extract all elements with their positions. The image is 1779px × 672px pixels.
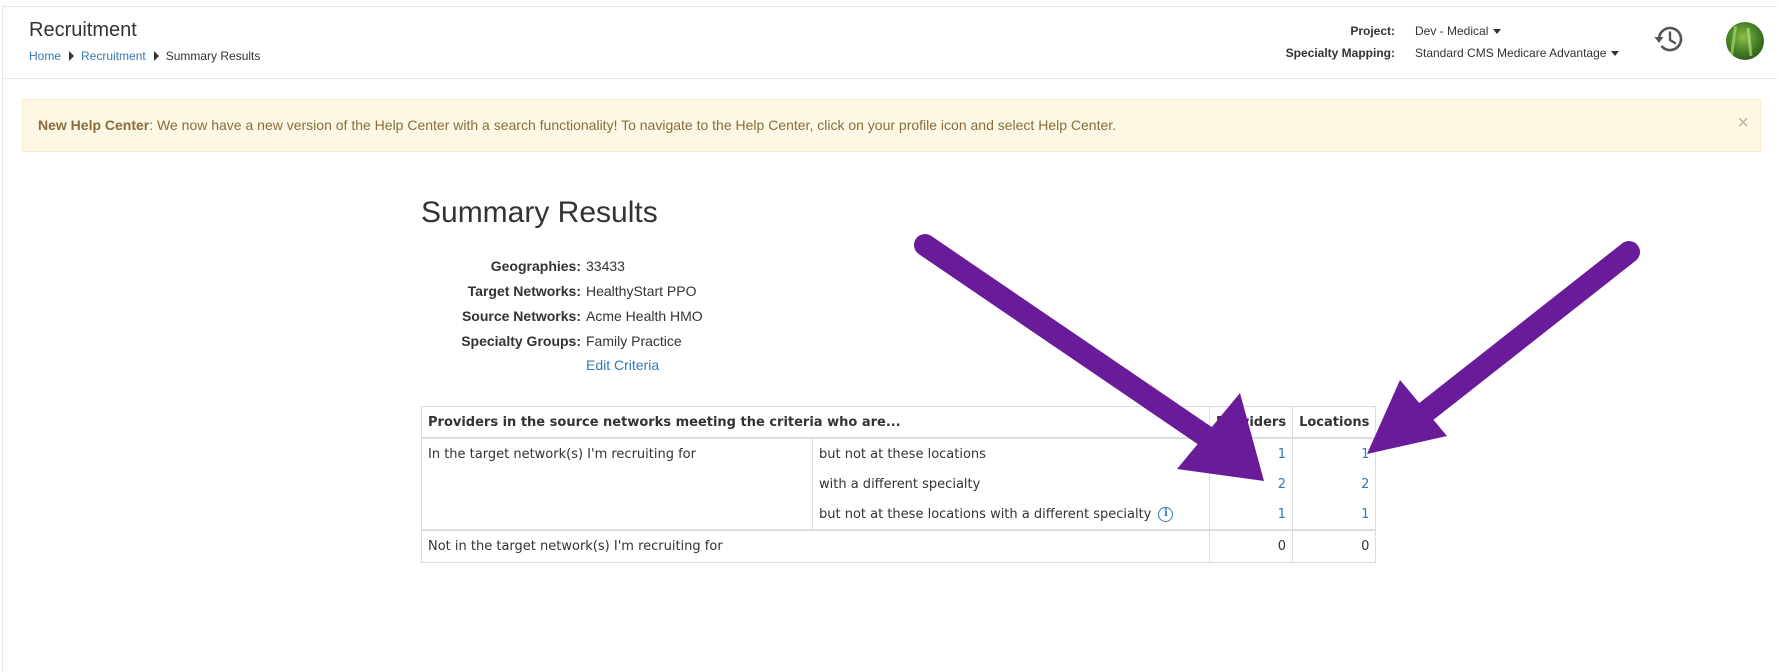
alert-message: : We now have a new version of the Help … [149, 117, 1117, 133]
breadcrumb-separator-icon [153, 51, 159, 61]
help-center-alert: New Help Center: We now have a new versi… [22, 99, 1761, 152]
locations-cell: 1 [1292, 437, 1377, 469]
providers-cell: 0 [1208, 529, 1294, 563]
row-label: but not at these locations with a differ… [819, 506, 1152, 522]
table-header-row: Providers in the source networks meeting… [421, 406, 1377, 439]
criteria-value-geographies: 33433 [586, 258, 625, 274]
specialty-mapping-label: Specialty Mapping: [1285, 46, 1395, 60]
providers-cell: 2 [1208, 469, 1294, 499]
criteria-label-geographies: Geographies: [490, 258, 581, 274]
row-label: but not at these locations [812, 437, 1210, 469]
locations-count-link[interactable]: 1 [1361, 507, 1369, 522]
locations-count-link[interactable]: 1 [1361, 447, 1369, 462]
group-label-not-in-target: Not in the target network(s) I'm recruit… [421, 529, 1210, 563]
alert-title: New Help Center [38, 117, 150, 133]
row-label: with a different specialty [812, 469, 1210, 499]
page-title: Summary Results [421, 196, 658, 229]
chevron-down-icon [1611, 51, 1620, 57]
criteria-value-target-networks: HealthyStart PPO [586, 283, 697, 299]
group-label-in-target: In the target network(s) I'm recruiting … [421, 437, 813, 531]
chevron-down-icon [1493, 29, 1502, 35]
criteria-label-target-networks: Target Networks: [467, 283, 581, 299]
providers-cell: 1 [1208, 437, 1294, 469]
specialty-mapping-value: Standard CMS Medicare Advantage [1415, 46, 1607, 60]
locations-cell: 1 [1292, 499, 1377, 531]
locations-cell: 2 [1292, 469, 1377, 499]
table-header-providers: Providers [1208, 406, 1294, 439]
breadcrumb-separator-icon [69, 51, 75, 61]
project-dropdown[interactable]: Dev - Medical [1415, 24, 1502, 38]
table-row: In the target network(s) I'm recruiting … [421, 437, 1377, 531]
table-row: Not in the target network(s) I'm recruit… [421, 529, 1377, 563]
criteria-value-specialty-groups: Family Practice [586, 333, 682, 349]
summary-table: Providers in the source networks meeting… [421, 406, 1377, 563]
locations-count-link[interactable]: 2 [1361, 477, 1369, 492]
project-value: Dev - Medical [1415, 24, 1489, 38]
top-header [2, 6, 1777, 79]
close-icon[interactable]: × [1737, 113, 1749, 133]
breadcrumb-home[interactable]: Home [29, 49, 61, 63]
alert-text: New Help Center: We now have a new versi… [38, 117, 1116, 133]
providers-count-link[interactable]: 1 [1278, 447, 1286, 462]
providers-count-link[interactable]: 1 [1278, 507, 1286, 522]
providers-cell: 1 [1208, 499, 1294, 531]
info-icon[interactable]: i [1158, 506, 1174, 522]
row-label-with-info: but not at these locations with a differ… [812, 499, 1210, 531]
criteria-label-source-networks: Source Networks: [461, 308, 581, 324]
locations-cell: 0 [1292, 529, 1377, 563]
criteria-label-specialty-groups: Specialty Groups: [461, 333, 581, 349]
breadcrumb-current: Summary Results [165, 49, 261, 63]
specialty-mapping-dropdown[interactable]: Standard CMS Medicare Advantage [1415, 46, 1620, 60]
breadcrumb: Home Recruitment Summary Results [29, 49, 260, 63]
providers-count-link[interactable]: 2 [1278, 477, 1286, 492]
app-title: Recruitment [29, 19, 137, 41]
history-icon[interactable] [1653, 23, 1685, 55]
table-header-locations: Locations [1292, 406, 1377, 439]
avatar[interactable] [1726, 22, 1764, 60]
edit-criteria-link[interactable]: Edit Criteria [586, 357, 659, 373]
criteria-value-source-networks: Acme Health HMO [586, 308, 703, 324]
project-label: Project: [1350, 24, 1395, 38]
table-header-description: Providers in the source networks meeting… [421, 406, 1210, 439]
breadcrumb-recruitment[interactable]: Recruitment [81, 49, 146, 63]
